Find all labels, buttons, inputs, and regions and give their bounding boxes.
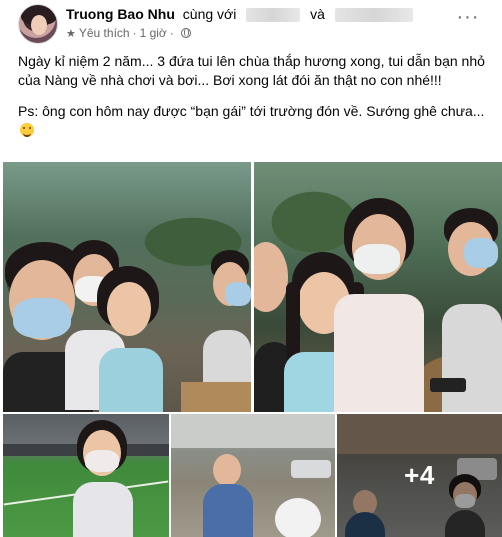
facebook-post: Truong Bao Nhu cùng với và ★ Yêu thích · 1 … bbox=[0, 0, 502, 537]
post-paragraph-1: Ngày kỉ niệm 2 năm... 3 đứa tui lên chùa… bbox=[18, 53, 485, 88]
post-paragraph-2-text: Ps: ông con hôm nay được “bạn gái” tới t… bbox=[18, 103, 485, 119]
audience-label[interactable]: Yêu thích bbox=[79, 26, 130, 40]
separator-dot: · bbox=[169, 26, 174, 40]
tagged-others-redacted[interactable] bbox=[334, 8, 413, 23]
star-icon: ★ bbox=[66, 28, 76, 40]
post-paragraph-2: Ps: ông con hôm nay được “bạn gái” tới t… bbox=[18, 102, 488, 140]
photo-2[interactable] bbox=[254, 162, 502, 412]
post-text: Ngày kỉ niệm 2 năm... 3 đứa tui lên chùa… bbox=[18, 52, 488, 140]
grinning-face-emoji-icon bbox=[20, 123, 34, 137]
photo-grid: +4 bbox=[0, 162, 502, 537]
post-header: Truong Bao Nhu cùng với và ★ Yêu thích · 1 … bbox=[0, 0, 502, 46]
more-options-button[interactable]: ··· bbox=[456, 7, 480, 30]
photo-3[interactable] bbox=[3, 414, 169, 537]
post-time[interactable]: 1 giờ bbox=[140, 26, 167, 40]
globe-icon[interactable] bbox=[180, 28, 191, 38]
photo-4[interactable] bbox=[171, 414, 335, 537]
author-name[interactable]: Truong Bao Nhu bbox=[66, 6, 175, 22]
and-text: và bbox=[310, 6, 325, 22]
with-text: cùng với bbox=[182, 6, 237, 22]
more-horizontal-icon: ··· bbox=[456, 6, 480, 28]
author-line: Truong Bao Nhu cùng với và bbox=[66, 6, 413, 23]
photo-5-more[interactable]: +4 bbox=[337, 414, 502, 537]
separator-dot: · bbox=[132, 26, 137, 40]
tagged-friend-redacted[interactable] bbox=[246, 8, 301, 23]
post-meta: ★ Yêu thích · 1 giờ · bbox=[66, 26, 191, 41]
more-photos-count: +4 bbox=[404, 460, 435, 490]
photo-1[interactable] bbox=[3, 162, 251, 412]
author-avatar[interactable] bbox=[18, 4, 58, 44]
